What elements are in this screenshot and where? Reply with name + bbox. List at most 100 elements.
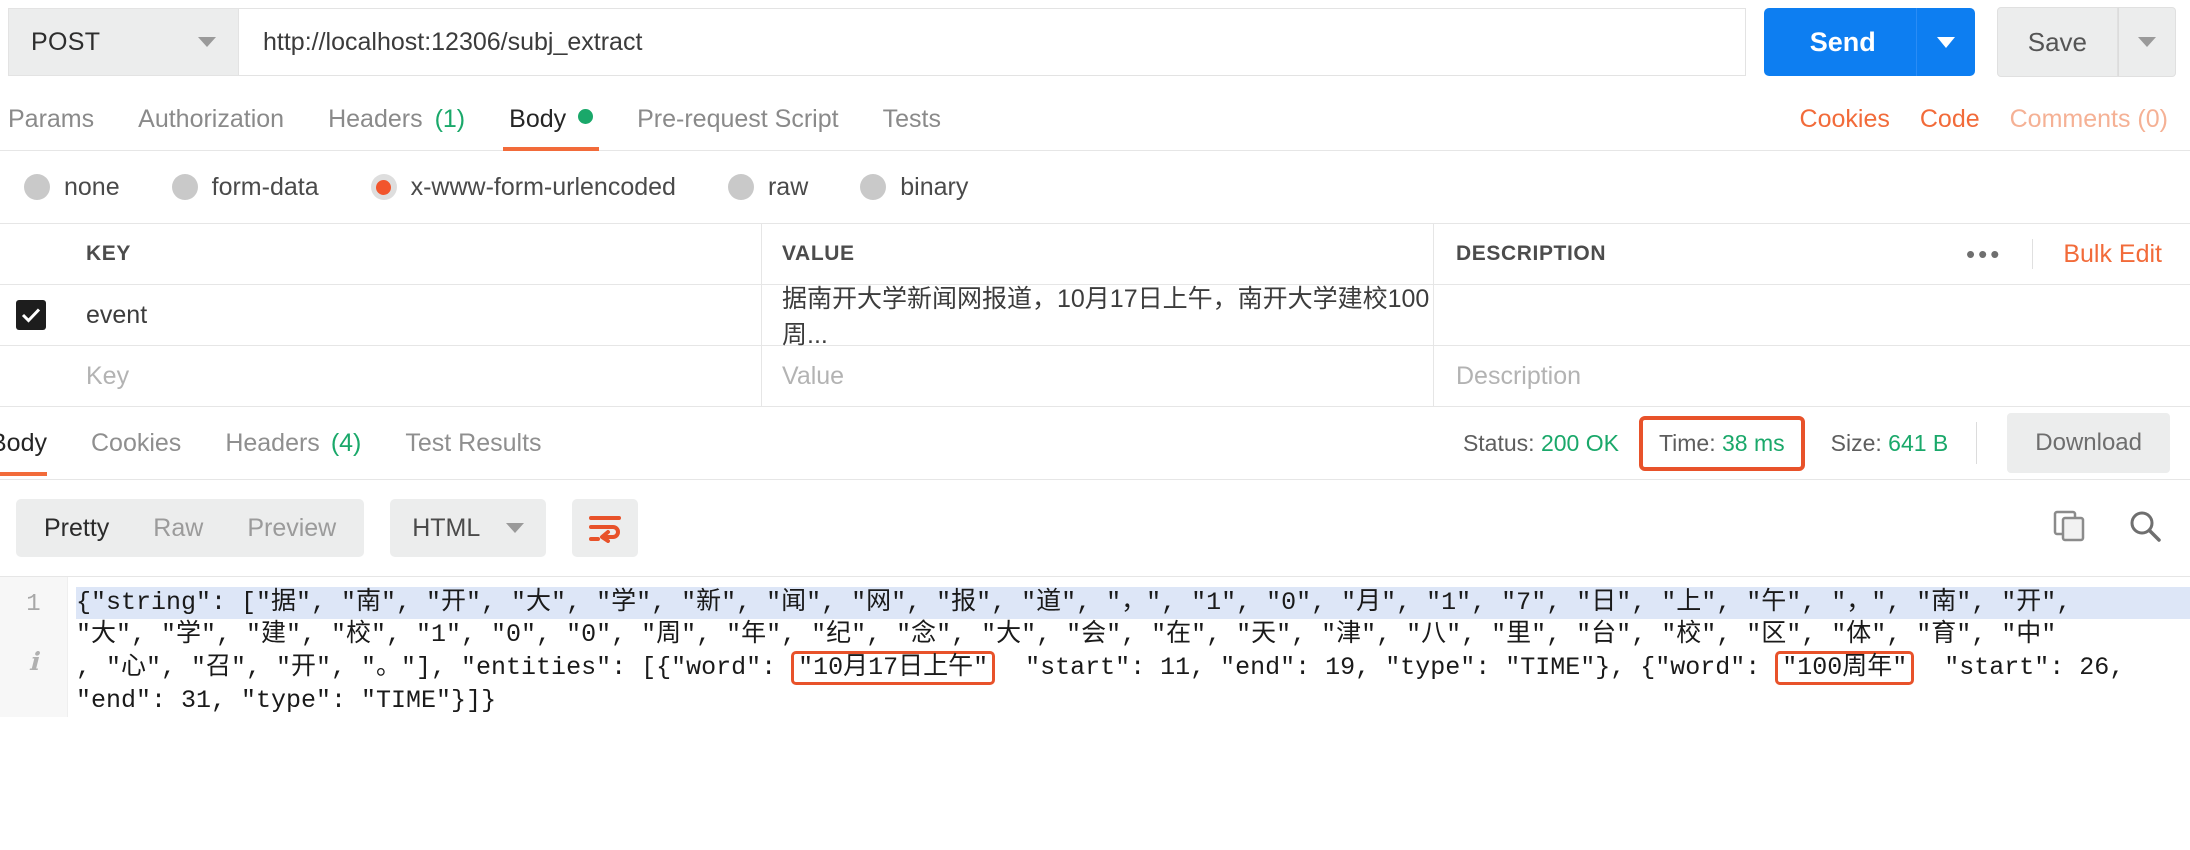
radio-icon: [860, 174, 887, 200]
response-language-selector[interactable]: HTML: [390, 499, 547, 557]
response-tab-test-results[interactable]: Test Results: [405, 411, 541, 476]
request-url-input[interactable]: http://localhost:12306/subj_extract: [238, 8, 1746, 76]
body-type-form-data[interactable]: form-data: [171, 172, 319, 202]
column-header-value: VALUE: [782, 242, 855, 265]
bulk-edit-button[interactable]: Bulk Edit: [2063, 240, 2162, 269]
highlighted-entity-word-1: "10月17日上午": [791, 651, 996, 685]
body-type-x-www-form-urlencoded[interactable]: x-www-form-urlencoded: [370, 172, 676, 202]
row-value-placeholder: Value: [782, 361, 845, 390]
word-wrap-icon: [589, 516, 622, 543]
response-view-toolbar: Pretty Raw Preview HTML: [0, 480, 2190, 576]
time-label: Time:: [1658, 429, 1716, 456]
size-meta: Size: 641 B: [1831, 430, 1949, 457]
header-value-cell: VALUE: [762, 224, 1434, 284]
chevron-down-icon: [1936, 36, 1955, 48]
row-key-cell[interactable]: event: [62, 285, 762, 345]
response-tab-cookies[interactable]: Cookies: [91, 411, 181, 476]
row-description-cell[interactable]: [1434, 285, 2190, 345]
radio-label: x-www-form-urlencoded: [410, 172, 676, 201]
tab-tests[interactable]: Tests: [883, 105, 941, 150]
tab-params[interactable]: Params: [8, 105, 94, 150]
download-button[interactable]: Download: [2007, 413, 2170, 473]
row-value-text: 据南开大学新闻网报道，10月17日上午，南开大学建校100周...: [782, 285, 1430, 349]
request-url-bar: POST http://localhost:12306/subj_extract…: [0, 0, 2190, 84]
radio-icon: [24, 174, 50, 200]
cookies-link[interactable]: Cookies: [1800, 105, 1890, 134]
line-number-gutter: 1 ℹ: [0, 577, 68, 717]
check-icon: [21, 308, 41, 323]
row-key-text: event: [86, 300, 148, 329]
code-line-3: , "心", "召", "开", "。"], "entities": [{"wo…: [76, 651, 2190, 685]
send-button[interactable]: Send: [1763, 8, 1916, 76]
word-wrap-button[interactable]: [572, 499, 639, 557]
tab-count: (4): [330, 428, 362, 457]
tab-label: Pre-request Script: [637, 105, 839, 133]
tab-label: Cookies: [90, 428, 182, 457]
line-number: 1: [26, 591, 41, 618]
language-label: HTML: [412, 513, 481, 542]
more-options-icon[interactable]: •••: [1966, 239, 2002, 270]
tab-label: Body: [0, 428, 47, 457]
header-check-cell: [0, 224, 62, 284]
row-checkbox[interactable]: [16, 300, 46, 330]
response-tab-body[interactable]: Body: [0, 411, 47, 476]
http-method-selector[interactable]: POST: [8, 8, 238, 76]
time-meta-highlighted: Time: 38 ms: [1638, 415, 1805, 471]
size-label: Size:: [1830, 429, 1882, 456]
column-header-key: KEY: [86, 242, 131, 265]
format-pretty-button[interactable]: Pretty: [22, 514, 131, 543]
info-icon[interactable]: ℹ: [0, 647, 67, 678]
save-button-group: Save: [1996, 7, 2176, 77]
radio-selected-icon: [370, 174, 397, 200]
response-meta-group: Status: 200 OK Time: 38 ms Size: 641 B D…: [1437, 413, 2170, 473]
body-type-binary[interactable]: binary: [860, 173, 968, 202]
body-type-radio-group: none form-data x-www-form-urlencoded raw…: [0, 151, 2190, 223]
tab-headers[interactable]: Headers (1): [328, 105, 465, 150]
request-url-text: http://localhost:12306/subj_extract: [263, 27, 643, 56]
search-icon: [2130, 511, 2161, 542]
header-description-cell: DESCRIPTION ••• Bulk Edit: [1434, 224, 2190, 284]
tab-count: (1): [434, 105, 466, 133]
response-format-segmented-control: Pretty Raw Preview: [16, 499, 365, 557]
code-link[interactable]: Code: [1920, 105, 1980, 134]
body-type-raw[interactable]: raw: [727, 173, 808, 202]
row-description-placeholder: Description: [1456, 361, 1582, 390]
tab-label: Test Results: [405, 428, 542, 457]
body-params-table: KEY VALUE DESCRIPTION ••• Bulk Edit even…: [0, 223, 2190, 407]
row-enabled-cell: [0, 285, 62, 345]
code-line-3-part1: , "心", "召", "开", "。"], "entities": [{"wo…: [76, 653, 792, 682]
tab-pre-request-script[interactable]: Pre-request Script: [637, 105, 838, 150]
request-tab-bar: Params Authorization Headers (1) Body Pr…: [0, 84, 2190, 151]
status-label: Status:: [1462, 429, 1535, 456]
tab-body[interactable]: Body: [503, 105, 600, 151]
status-value: 200 OK: [1540, 429, 1619, 456]
send-options-button[interactable]: [1915, 8, 1975, 76]
response-code-content[interactable]: {"string": ["据", "南", "开", "大", "学", "新"…: [68, 577, 2190, 717]
response-tab-headers[interactable]: Headers (4): [225, 411, 361, 476]
search-button[interactable]: [2128, 509, 2162, 548]
save-options-button[interactable]: [2118, 7, 2176, 77]
format-preview-button[interactable]: Preview: [225, 514, 358, 543]
divider: [2032, 239, 2034, 269]
code-line-2: "大", "学", "建", "校", "1", "0", "0", "周", …: [76, 620, 2057, 649]
table-header-actions: ••• Bulk Edit: [1966, 239, 2162, 270]
row-value-cell-empty[interactable]: Value: [762, 346, 1434, 406]
format-raw-button[interactable]: Raw: [131, 514, 225, 543]
tab-authorization[interactable]: Authorization: [138, 105, 284, 150]
postman-window: POST http://localhost:12306/subj_extract…: [0, 0, 2190, 850]
body-type-none[interactable]: none: [24, 173, 120, 202]
divider: [1976, 422, 1978, 464]
copy-button[interactable]: [2052, 509, 2086, 548]
row-enabled-cell-empty: [0, 346, 62, 406]
row-key-cell-empty[interactable]: Key: [62, 346, 762, 406]
radio-icon: [171, 174, 198, 200]
radio-label: binary: [900, 172, 969, 201]
row-value-cell[interactable]: 据南开大学新闻网报道，10月17日上午，南开大学建校100周...: [762, 285, 1434, 349]
tab-label: Headers: [225, 428, 320, 457]
http-method-label: POST: [31, 27, 101, 56]
row-key-placeholder: Key: [86, 361, 130, 390]
row-description-cell-empty[interactable]: Description: [1434, 346, 2190, 406]
comments-link[interactable]: Comments (0): [2010, 105, 2168, 134]
radio-label: form-data: [211, 172, 319, 201]
save-button[interactable]: Save: [1996, 7, 2118, 77]
